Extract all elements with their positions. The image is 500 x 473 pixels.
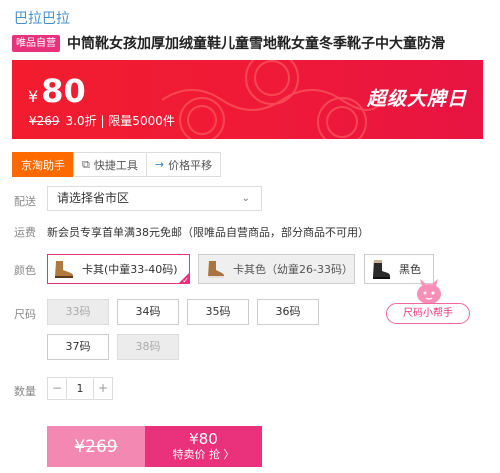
- boot-thumbnail-icon: [201, 256, 227, 282]
- buy-sale-price: ¥80: [189, 430, 218, 448]
- brand-link[interactable]: 巴拉巴拉: [14, 8, 70, 28]
- delivery-label: 配送: [14, 195, 36, 208]
- size-helper[interactable]: 尺码小帮手: [386, 276, 472, 328]
- buy-now-label: 特卖价 抢 〉: [172, 448, 235, 461]
- quantity-label: 数量: [14, 385, 36, 398]
- quantity-input[interactable]: 1: [66, 378, 94, 399]
- tool-label: 京淘助手: [21, 158, 65, 172]
- shipping-label: 运费: [14, 226, 36, 239]
- size-option-35[interactable]: 35码: [187, 299, 249, 325]
- currency-symbol: ¥: [28, 87, 39, 106]
- tool-label: 快捷工具: [93, 158, 138, 172]
- region-select-value: 请选择省市区: [57, 191, 130, 205]
- sale-price-value: 80: [41, 72, 86, 110]
- color-option-label: 黑色: [399, 263, 421, 276]
- price-sub: ¥269 3.0折 | 限量5000件: [29, 112, 175, 129]
- tool-bar: 京淘助手 ⧉ 快捷工具 → 价格平移: [12, 152, 222, 177]
- boot-thumbnail-icon: [50, 256, 76, 282]
- cloud-pattern-icon: [162, 60, 382, 139]
- size-option-37[interactable]: 37码: [47, 334, 109, 360]
- sale-price: ¥ 80: [28, 72, 86, 110]
- tool-jingtao-assistant[interactable]: 京淘助手: [12, 152, 74, 177]
- mascot-icon: [417, 279, 441, 304]
- tool-quick-tools[interactable]: ⧉ 快捷工具: [73, 152, 147, 177]
- buy-now-button[interactable]: ¥80 特卖价 抢 〉: [145, 426, 262, 467]
- size-option-38[interactable]: 38码: [117, 334, 179, 360]
- arrow-right-icon: →: [154, 158, 165, 171]
- quantity-stepper: − 1 +: [47, 377, 113, 400]
- product-title-row: 唯品自营 中筒靴女孩加厚加绒童鞋儿童雪地靴女童冬季靴子中大童防滑: [12, 33, 492, 53]
- size-option-33[interactable]: 33码: [47, 299, 109, 325]
- self-operated-tag: 唯品自营: [12, 34, 60, 52]
- buy-button[interactable]: ¥269 ¥80 特卖价 抢 〉: [47, 426, 262, 467]
- size-option-36[interactable]: 36码: [257, 299, 319, 325]
- chevron-down-icon: ⌄: [241, 193, 250, 204]
- buy-original-price-text: ¥269: [74, 436, 118, 457]
- tool-price-shift[interactable]: → 价格平移: [145, 152, 222, 177]
- product-title: 中筒靴女孩加厚加绒童鞋儿童雪地靴女童冬季靴子中大童防滑: [67, 36, 445, 52]
- region-select[interactable]: 请选择省市区 ⌄: [47, 186, 262, 211]
- tool-label: 价格平移: [168, 158, 213, 172]
- shipping-info: 新会员专享首单满38元免邮（限唯品自营商品，部分商品不可用）: [47, 226, 369, 239]
- price-banner: ¥ 80 ¥269 3.0折 | 限量5000件 超级大牌日: [12, 60, 483, 139]
- original-price: ¥269: [29, 114, 60, 128]
- color-label: 颜色: [14, 264, 36, 277]
- buy-original-price: ¥269: [47, 426, 145, 467]
- size-option-34[interactable]: 34码: [117, 299, 179, 325]
- quantity-minus-button[interactable]: −: [48, 378, 66, 399]
- quantity-plus-button[interactable]: +: [94, 378, 112, 399]
- size-label: 尺码: [14, 308, 36, 321]
- color-option-khaki-mid[interactable]: 卡其(中童33-40码) ✓: [47, 254, 190, 285]
- color-option-khaki-toddler[interactable]: 卡其色（幼童26-33码）: [198, 254, 355, 284]
- size-helper-button[interactable]: 尺码小帮手: [386, 303, 470, 324]
- copy-icon: ⧉: [82, 157, 90, 171]
- discount-limit-text: 3.0折 | 限量5000件: [65, 114, 175, 128]
- color-option-label: 卡其(中童33-40码): [82, 263, 178, 276]
- promo-event-text: 超级大牌日: [366, 88, 467, 110]
- color-option-label: 卡其色（幼童26-33码）: [233, 263, 353, 276]
- check-icon: ✓: [182, 276, 189, 285]
